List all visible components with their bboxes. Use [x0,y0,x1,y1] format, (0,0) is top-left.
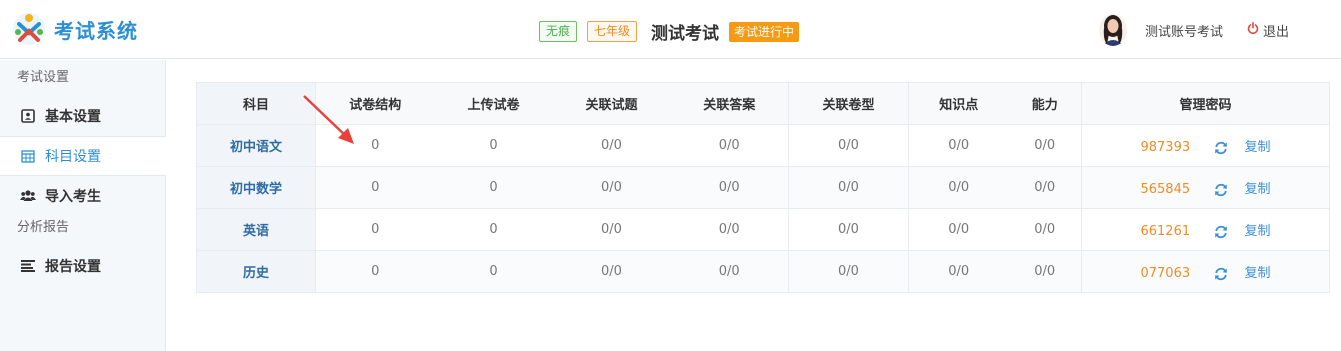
refresh-icon[interactable] [1214,225,1228,239]
col-header-answers: 关联答案 [670,82,789,125]
cell-password: 987393 复制 [1081,124,1330,167]
status-badge: 考试进行中 [729,21,800,42]
copy-link[interactable]: 复制 [1244,266,1270,281]
copy-link[interactable]: 复制 [1244,140,1270,155]
table-row: 英语 0 0 0/0 0/0 0/0 0/0 0/0 661261 复制 [196,208,1330,251]
logout-button[interactable]: 退出 [1247,21,1289,40]
col-header-password: 管理密码 [1081,82,1330,125]
table-row: 历史 0 0 0/0 0/0 0/0 0/0 0/0 077063 复制 [196,250,1330,293]
grade-tag: 七年级 [587,21,638,42]
sidebar-item-label: 报告设置 [45,259,101,275]
col-header-knowledge: 知识点 [908,82,1009,125]
cell-subject[interactable]: 初中语文 [196,124,316,167]
users-icon [20,188,36,204]
cell-types[interactable]: 0/0 [788,250,909,293]
trace-tag: 无痕 [539,21,578,42]
sidebar-group-exam-settings: 考试设置 [17,70,70,85]
col-header-questions: 关联试题 [552,82,671,125]
top-header: 考试系统 无痕 七年级 测试考试 考试进行中 测试账号考试 退出 [0,0,1341,59]
copy-link[interactable]: 复制 [1244,224,1270,239]
col-header-subject: 科目 [196,82,316,125]
sidebar-item-label: 科目设置 [45,149,101,165]
password-value: 661261 [1140,224,1191,239]
cell-ability[interactable]: 0/0 [1008,208,1082,251]
cell-questions[interactable]: 0/0 [552,208,671,251]
cell-questions[interactable]: 0/0 [552,166,671,209]
cell-subject[interactable]: 初中数学 [196,166,316,209]
cell-types[interactable]: 0/0 [788,166,909,209]
cell-upload[interactable]: 0 [434,208,553,251]
cell-password: 565845 复制 [1081,166,1330,209]
cell-answers[interactable]: 0/0 [670,208,789,251]
cell-questions[interactable]: 0/0 [552,250,671,293]
cell-types[interactable]: 0/0 [788,124,909,167]
cell-answers[interactable]: 0/0 [670,166,789,209]
sidebar-item-basic-settings[interactable]: 基本设置 [0,96,165,136]
cell-password: 077063 复制 [1081,250,1330,293]
cell-structure[interactable]: 0 [315,250,435,293]
table-header-row: 科目 试卷结构 上传试卷 关联试题 关联答案 关联卷型 知识点 能力 管理密码 [196,82,1330,125]
cell-types[interactable]: 0/0 [788,208,909,251]
cell-knowledge[interactable]: 0/0 [908,250,1009,293]
cell-subject[interactable]: 历史 [196,250,316,293]
subject-table: 科目 试卷结构 上传试卷 关联试题 关联答案 关联卷型 知识点 能力 管理密码 … [196,82,1330,293]
cell-upload[interactable]: 0 [434,124,553,167]
app-logo[interactable]: 考试系统 [12,12,138,46]
exam-info: 无痕 七年级 测试考试 考试进行中 [539,19,800,44]
cell-subject[interactable]: 英语 [196,208,316,251]
id-card-icon [20,108,36,124]
cell-ability[interactable]: 0/0 [1008,124,1082,167]
col-header-upload: 上传试卷 [434,82,553,125]
app-title: 考试系统 [54,18,138,43]
cell-ability[interactable]: 0/0 [1008,250,1082,293]
cell-ability[interactable]: 0/0 [1008,166,1082,209]
password-value: 565845 [1140,182,1191,197]
cell-structure[interactable]: 0 [315,166,435,209]
sidebar-item-report-settings[interactable]: 报告设置 [0,246,165,286]
cell-structure[interactable]: 0 [315,208,435,251]
col-header-types: 关联卷型 [788,82,909,125]
sidebar-item-subject-settings[interactable]: 科目设置 [0,136,166,176]
logout-label: 退出 [1263,24,1290,40]
cell-answers[interactable]: 0/0 [670,124,789,167]
exam-title: 测试考试 [651,24,720,44]
col-header-ability: 能力 [1008,82,1082,125]
cell-upload[interactable]: 0 [434,250,553,293]
password-value: 077063 [1140,266,1191,281]
table-row: 初中数学 0 0 0/0 0/0 0/0 0/0 0/0 565845 复制 [196,166,1330,209]
sidebar: 考试设置 基本设置 科目设置 导入考生 分析报告 报告设置 [0,60,166,351]
power-icon [1247,22,1259,38]
avatar[interactable] [1099,14,1127,46]
sidebar-item-label: 导入考生 [45,189,101,205]
password-value: 987393 [1140,140,1191,155]
annotation-arrow [303,95,354,144]
cell-upload[interactable]: 0 [434,166,553,209]
logo-icon [12,12,46,46]
calendar-icon [20,148,36,164]
copy-link[interactable]: 复制 [1244,182,1270,197]
table-row: 初中语文 0 0 0/0 0/0 0/0 0/0 0/0 987393 复制 [196,124,1330,167]
sidebar-group-analysis-report: 分析报告 [17,220,70,235]
cell-questions[interactable]: 0/0 [552,124,671,167]
sidebar-item-label: 基本设置 [45,109,101,125]
username[interactable]: 测试账号考试 [1145,21,1223,40]
cell-answers[interactable]: 0/0 [670,250,789,293]
cell-knowledge[interactable]: 0/0 [908,124,1009,167]
cell-knowledge[interactable]: 0/0 [908,208,1009,251]
cell-password: 661261 复制 [1081,208,1330,251]
list-icon [20,258,36,274]
refresh-icon[interactable] [1214,267,1228,281]
user-area: 测试账号考试 退出 [1099,14,1289,46]
refresh-icon[interactable] [1214,183,1228,197]
cell-knowledge[interactable]: 0/0 [908,166,1009,209]
refresh-icon[interactable] [1214,141,1228,155]
